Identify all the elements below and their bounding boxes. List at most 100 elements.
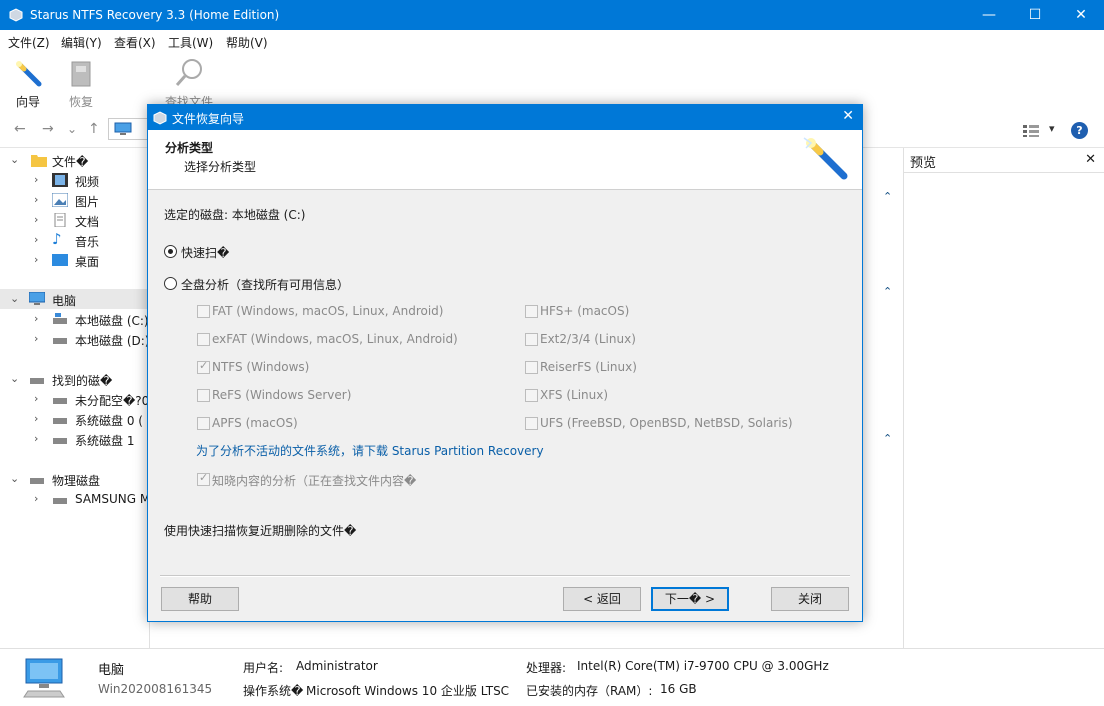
tree-item-system-disk-1[interactable]: › 系统磁盘 1 — [0, 429, 150, 449]
maximize-button[interactable]: ☐ — [1012, 0, 1058, 30]
user-label: 用户名: — [243, 661, 284, 675]
divider — [160, 575, 850, 577]
menu-tools[interactable]: 工具(W) — [168, 34, 213, 51]
tree-item-found-disks[interactable]: ⌄ 找到的磁� — [0, 369, 150, 389]
tree-item-samsung[interactable]: › SAMSUNG MZ — [0, 489, 150, 509]
drive-icon — [30, 478, 44, 484]
chevron-right-icon[interactable]: › — [34, 233, 38, 246]
dialog-close-button[interactable]: ✕ — [842, 108, 854, 124]
tree-item-files[interactable]: ⌄ 文件� — [0, 150, 150, 170]
tree-label: 物理磁盘 — [52, 474, 101, 488]
picture-icon — [52, 193, 68, 207]
chevron-right-icon[interactable]: › — [34, 213, 38, 226]
tree-item-music[interactable]: › ♪ 音乐 — [0, 230, 150, 250]
fs-checkbox-apfs[interactable] — [197, 417, 210, 430]
quick-scan-radio[interactable] — [164, 245, 177, 258]
tree-item-computer[interactable]: ⌄ 电脑 — [0, 289, 150, 309]
minimize-button[interactable]: — — [966, 0, 1012, 30]
help-button[interactable]: 帮助 — [161, 587, 239, 611]
divider — [904, 172, 1104, 173]
chevron-right-icon[interactable]: › — [34, 173, 38, 186]
recovery-wizard-dialog: 文件恢复向导 ✕ 分析类型 选择分析类型 选定的磁盘: 本地磁盘 (C:) 快速… — [147, 104, 863, 622]
chevron-right-icon[interactable]: › — [34, 253, 38, 266]
chevron-right-icon[interactable]: › — [34, 332, 38, 345]
content-analysis-checkbox[interactable] — [197, 471, 210, 486]
drive-icon — [53, 418, 67, 424]
magic-wand-icon — [803, 137, 848, 180]
tree-item-documents[interactable]: › 文档 — [0, 210, 150, 230]
chevron-right-icon[interactable]: › — [34, 193, 38, 206]
full-analysis-radio[interactable] — [164, 277, 177, 290]
close-button[interactable]: 关闭 — [771, 587, 849, 611]
tree-label: 图片 — [75, 195, 100, 209]
fs-label-refs: ReFS (Windows Server) — [212, 388, 352, 402]
fs-label-apfs: APFS (macOS) — [212, 416, 298, 430]
forward-arrow-icon[interactable]: → — [42, 121, 54, 137]
menu-file[interactable]: 文件(Z) — [8, 34, 50, 51]
tree-item-system-disk-0[interactable]: › 系统磁盘 0 ( — [0, 409, 150, 429]
fs-checkbox-ext[interactable] — [525, 333, 538, 346]
tree-label: 未分配空�?0 — [75, 394, 150, 408]
fs-checkbox-ufs[interactable] — [525, 417, 538, 430]
fs-checkbox-reiserfs[interactable] — [525, 361, 538, 374]
collapse-arrow-icon[interactable]: ⌃ — [883, 285, 892, 298]
quick-scan-label[interactable]: 快速扫� — [181, 244, 229, 261]
content-analysis-label: 知晓内容的分析（正在查找文件内容� — [212, 474, 417, 488]
close-preview-icon[interactable]: ✕ — [1085, 152, 1096, 167]
fs-checkbox-xfs[interactable] — [525, 389, 538, 402]
drive-icon — [53, 398, 67, 404]
tree-item-videos[interactable]: › 视频 — [0, 170, 150, 190]
fs-label-reiserfs: ReiserFS (Linux) — [540, 360, 637, 374]
tree-item-disk-c[interactable]: › 本地磁盘 (C:) — [0, 309, 150, 329]
tree-item-physical-disks[interactable]: ⌄ 物理磁盘 — [0, 469, 150, 489]
download-partition-recovery-link[interactable]: 为了分析不活动的文件系统，请下载 Starus Partition Recove… — [196, 442, 544, 459]
menu-edit[interactable]: 编辑(Y) — [61, 34, 102, 51]
chevron-right-icon[interactable]: › — [34, 392, 38, 405]
chevron-right-icon[interactable]: › — [34, 312, 38, 325]
view-mode-icon[interactable] — [1022, 124, 1040, 138]
magic-wand-icon — [16, 61, 42, 87]
ram-label: 已安装的内存（RAM）: — [526, 684, 653, 698]
tree-item-desktop[interactable]: › 桌面 — [0, 250, 150, 270]
tree-item-disk-d[interactable]: › 本地磁盘 (D:) — [0, 329, 150, 349]
menu-help[interactable]: 帮助(V) — [226, 34, 268, 51]
tree-item-unallocated[interactable]: › 未分配空�?0 — [0, 389, 150, 409]
chevron-down-icon[interactable]: ⌄ — [10, 292, 19, 305]
fs-checkbox-fat[interactable] — [197, 305, 210, 318]
chevron-right-icon[interactable]: › — [34, 432, 38, 445]
up-arrow-icon[interactable]: ↑ — [88, 121, 100, 137]
fs-label-fat: FAT (Windows, macOS, Linux, Android) — [212, 304, 444, 318]
chevron-right-icon[interactable]: › — [34, 492, 38, 505]
collapse-arrow-icon[interactable]: ⌃ — [883, 432, 892, 445]
computer-icon — [23, 658, 65, 698]
drive-icon — [53, 498, 67, 504]
tree-item-pictures[interactable]: › 图片 — [0, 190, 150, 210]
hint-text: 使用快速扫描恢复近期删除的文件� — [164, 524, 357, 538]
view-dropdown-icon[interactable]: ▾ — [1049, 122, 1055, 135]
chevron-right-icon[interactable]: › — [34, 412, 38, 425]
history-dropdown-icon[interactable]: ⌄ — [67, 122, 77, 136]
fs-checkbox-exfat[interactable] — [197, 333, 210, 346]
fs-checkbox-refs[interactable] — [197, 389, 210, 402]
computer-icon — [114, 122, 132, 135]
menu-view[interactable]: 查看(X) — [114, 34, 156, 51]
folder-tree: ⌄ 文件� › 视频 › 图片 › 文档 › ♪ 音乐 › 桌面 ⌄ 电脑 › … — [0, 148, 150, 648]
close-window-button[interactable]: ✕ — [1058, 0, 1104, 30]
find-files-button[interactable]: 查找文件 — [161, 56, 217, 110]
recover-button[interactable]: 恢复 — [56, 56, 106, 110]
drive-icon — [53, 313, 67, 324]
path-box[interactable] — [108, 118, 148, 140]
fs-label-hfs: HFS+ (macOS) — [540, 304, 630, 318]
back-arrow-icon[interactable]: ← — [14, 121, 26, 137]
chevron-down-icon[interactable]: ⌄ — [10, 472, 19, 485]
fs-checkbox-hfs[interactable] — [525, 305, 538, 318]
full-analysis-label[interactable]: 全盘分析（查找所有可用信息） — [181, 276, 349, 293]
help-icon[interactable]: ? — [1071, 122, 1088, 139]
fs-checkbox-ntfs[interactable] — [197, 359, 210, 374]
collapse-arrow-icon[interactable]: ⌃ — [883, 190, 892, 203]
next-button[interactable]: 下一� > — [651, 587, 729, 611]
back-button[interactable]: < 返回 — [563, 587, 641, 611]
chevron-down-icon[interactable]: ⌄ — [10, 153, 19, 166]
wizard-button[interactable]: 向导 — [3, 56, 53, 110]
chevron-down-icon[interactable]: ⌄ — [10, 372, 19, 385]
